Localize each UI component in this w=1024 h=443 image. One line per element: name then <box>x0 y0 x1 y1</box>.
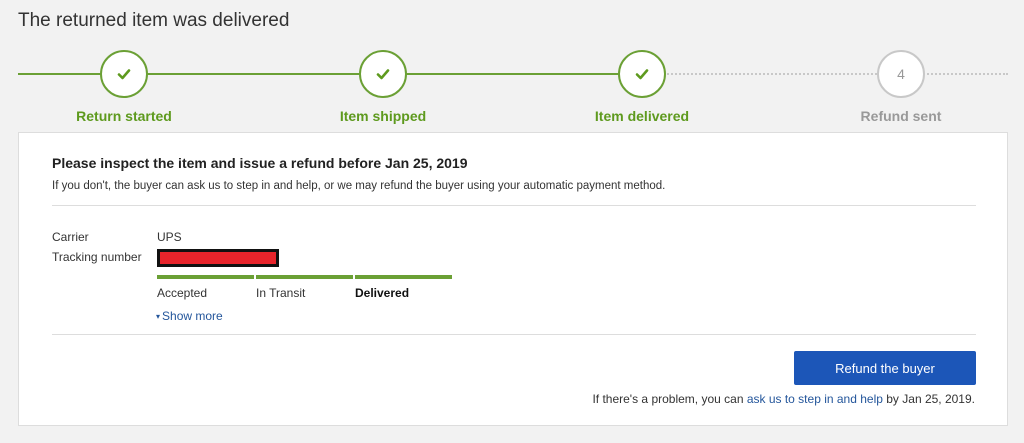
check-icon <box>117 69 131 80</box>
status-bar-accepted <box>157 275 254 279</box>
footer-suffix: by Jan 25, 2019. <box>882 392 975 406</box>
step-item-delivered: Item delivered <box>542 50 742 124</box>
step-circle <box>618 50 666 98</box>
page-title: The returned item was delivered <box>18 10 290 31</box>
step-label: Item delivered <box>594 108 690 124</box>
show-more-label: Show more <box>162 309 223 323</box>
tracking-number-label: Tracking number <box>52 250 142 264</box>
check-icon <box>635 69 649 80</box>
refund-the-buyer-button[interactable]: Refund the buyer <box>794 351 976 385</box>
return-progress-tracker: Return started Item shipped Item deliver… <box>0 50 1024 124</box>
step-circle <box>359 50 407 98</box>
status-label-delivered: Delivered <box>355 286 410 300</box>
caret-down-icon: ▾ <box>156 311 161 321</box>
divider <box>52 334 976 335</box>
step-label: Refund sent <box>860 108 942 124</box>
step-label: Item shipped <box>339 108 427 124</box>
footer-prefix: If there's a problem, you can <box>592 392 747 406</box>
status-label-accepted: Accepted <box>157 286 208 300</box>
show-more-link[interactable]: ▾ Show more <box>156 309 223 323</box>
step-in-help-link[interactable]: ask us to step in and help <box>747 392 883 406</box>
step-circle: 4 <box>877 50 925 98</box>
step-item-shipped: Item shipped <box>283 50 483 124</box>
card-title: Please inspect the item and issue a refu… <box>52 155 468 171</box>
refund-instructions-card: Please inspect the item and issue a refu… <box>18 132 1008 426</box>
step-refund-sent: 4 Refund sent <box>801 50 1001 124</box>
status-label-in-transit: In Transit <box>256 286 306 300</box>
check-icon <box>376 69 390 80</box>
step-number: 4 <box>897 66 905 82</box>
step-return-started: Return started <box>24 50 224 124</box>
carrier-label: Carrier <box>52 230 89 244</box>
tracking-number-redacted <box>157 249 279 267</box>
divider <box>52 205 976 206</box>
card-subtitle: If you don't, the buyer can ask us to st… <box>52 180 666 192</box>
status-bar-delivered <box>355 275 452 279</box>
step-circle <box>100 50 148 98</box>
status-bar-in-transit <box>256 275 353 279</box>
carrier-value: UPS <box>157 230 182 244</box>
footer-note: If there's a problem, you can ask us to … <box>592 392 975 406</box>
step-label: Return started <box>76 108 172 124</box>
